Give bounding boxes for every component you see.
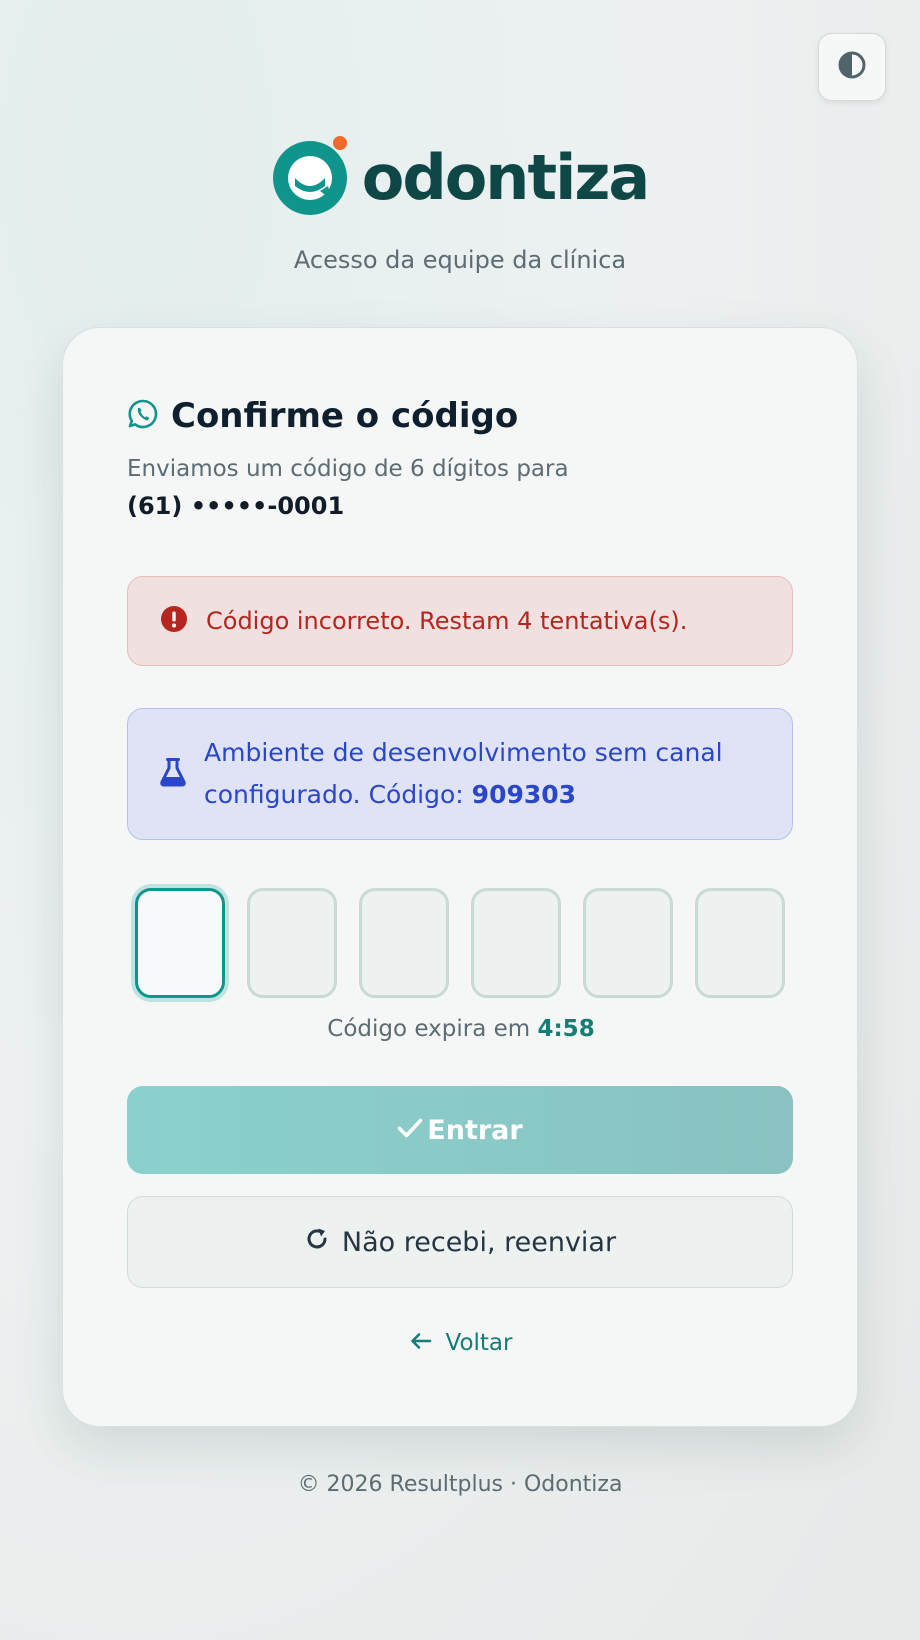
refresh-icon: [304, 1226, 330, 1259]
otp-digit-5[interactable]: [583, 888, 673, 998]
page-title: Confirme o código: [171, 396, 519, 436]
expiry-time: 4:58: [537, 1016, 595, 1042]
half-circle-contrast-icon: [838, 51, 866, 83]
dev-message: Ambiente de desenvolvimento sem canal co…: [204, 732, 774, 816]
tagline: Acesso da equipe da clínica: [293, 246, 627, 274]
brand-name: odontiza: [361, 141, 651, 214]
arrow-left-icon: [410, 1330, 432, 1356]
flask-icon: [160, 757, 186, 791]
otp-input-group: [135, 888, 785, 998]
submit-label: Entrar: [427, 1114, 523, 1146]
submit-button[interactable]: Entrar: [127, 1086, 793, 1174]
dev-alert: Ambiente de desenvolvimento sem canal co…: [127, 708, 793, 840]
otp-digit-4[interactable]: [471, 888, 561, 998]
theme-toggle-button[interactable]: [818, 33, 886, 101]
masked-phone: (61) •••••-0001: [127, 492, 345, 520]
title-row: Confirme o código: [127, 396, 518, 436]
odontiza-logo-icon: [272, 136, 352, 220]
error-alert: Código incorreto. Restam 4 tentativa(s).: [127, 576, 793, 666]
back-label: Voltar: [445, 1330, 513, 1356]
verification-card: Confirme o código Enviamos um código de …: [62, 327, 858, 1427]
expiry-label: Código expira em: [327, 1016, 538, 1042]
dev-code: 909303: [471, 780, 577, 809]
resend-button[interactable]: Não recebi, reenviar: [127, 1196, 793, 1288]
check-icon: [397, 1115, 423, 1146]
exclamation-circle-icon: [160, 605, 188, 637]
resend-label: Não recebi, reenviar: [341, 1226, 617, 1258]
otp-digit-2[interactable]: [247, 888, 337, 998]
back-link[interactable]: Voltar: [63, 1330, 859, 1356]
otp-digit-1[interactable]: [135, 888, 225, 998]
whatsapp-icon: [127, 398, 159, 434]
error-message: Código incorreto. Restam 4 tentativa(s).: [206, 607, 688, 635]
dev-message-text: Ambiente de desenvolvimento sem canal co…: [204, 738, 723, 809]
subtitle: Enviamos um código de 6 dígitos para: [127, 456, 569, 482]
brand-logo: odontiza: [0, 136, 920, 220]
footer-copyright: © 2026 Resultplus · Odontiza: [297, 1472, 623, 1497]
otp-digit-6[interactable]: [695, 888, 785, 998]
expiry-timer: Código expira em 4:58: [63, 1016, 859, 1042]
otp-digit-3[interactable]: [359, 888, 449, 998]
